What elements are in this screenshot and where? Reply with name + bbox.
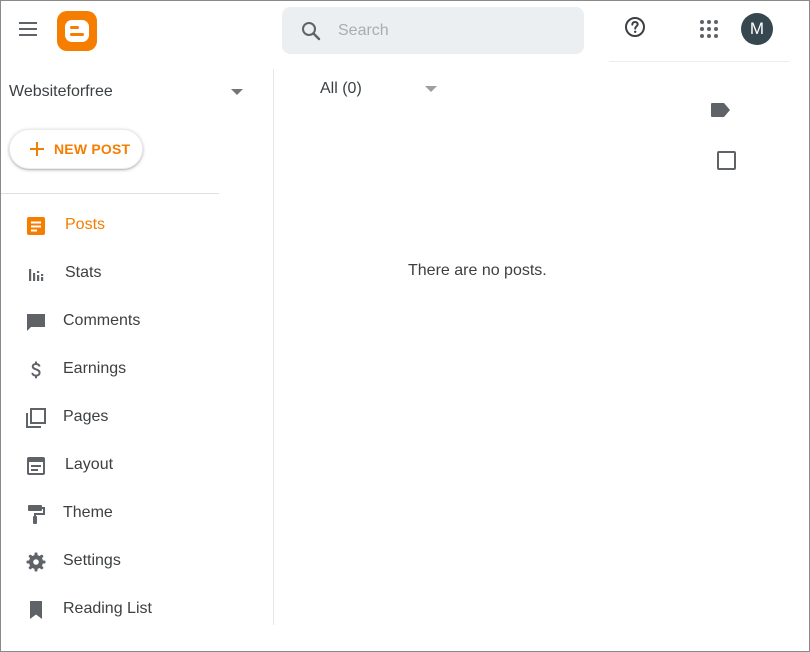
label-tag-icon	[711, 103, 730, 117]
search-bar[interactable]	[282, 7, 584, 54]
chevron-down-icon	[231, 89, 243, 95]
sidebar-item-label: Posts	[65, 216, 106, 233]
paint-roller-icon	[28, 505, 45, 524]
hamburger-menu-button[interactable]	[17, 18, 39, 40]
sidebar-item-comments[interactable]: Comments	[1, 301, 261, 341]
filter-label: All (0)	[320, 80, 362, 97]
blog-name: Websiteforfree	[9, 83, 113, 100]
dollar-icon	[31, 361, 41, 379]
sidebar-item-pages[interactable]: Pages	[1, 397, 261, 437]
empty-state-message: There are no posts.	[408, 262, 547, 279]
sidebar-item-label: Reading List	[63, 600, 152, 617]
sidebar-item-label: Comments	[63, 312, 141, 329]
sidebar-divider	[1, 193, 219, 194]
account-avatar[interactable]: M	[741, 13, 773, 45]
new-post-label: NEW POST	[54, 141, 131, 157]
menu-icon	[19, 22, 37, 36]
help-icon	[625, 17, 645, 37]
posts-filter-dropdown[interactable]: All (0)	[320, 77, 444, 103]
sidebar-item-label: Settings	[63, 552, 121, 569]
sidebar-main-divider	[273, 69, 274, 625]
sidebar-item-layout[interactable]: Layout	[1, 445, 261, 485]
sidebar-item-theme[interactable]: Theme	[1, 493, 261, 533]
chevron-down-icon	[425, 86, 437, 92]
sidebar-item-stats[interactable]: Stats	[1, 253, 261, 293]
pages-icon	[26, 408, 46, 428]
apps-grid-icon	[700, 20, 718, 38]
blogger-logo[interactable]	[57, 11, 97, 51]
select-all-checkbox[interactable]	[717, 151, 736, 170]
sidebar-item-label: Earnings	[63, 360, 127, 377]
sidebar-item-reading-list[interactable]: Reading List	[1, 589, 261, 629]
label-button[interactable]	[710, 101, 732, 119]
blogger-logo-icon	[65, 20, 89, 42]
help-button[interactable]	[623, 15, 647, 39]
posts-icon	[27, 217, 45, 235]
sidebar-item-posts[interactable]: Posts	[1, 205, 261, 245]
search-icon[interactable]	[300, 20, 322, 42]
plus-icon	[30, 142, 44, 156]
sidebar-item-label: Layout	[65, 456, 114, 473]
bookmark-icon	[30, 601, 42, 619]
sidebar-item-earnings[interactable]: Earnings	[1, 349, 261, 389]
new-post-button[interactable]: NEW POST	[9, 129, 143, 169]
sidebar-item-label: Stats	[65, 264, 102, 281]
layout-icon	[27, 457, 45, 475]
stats-icon	[29, 269, 44, 281]
sidebar-item-settings[interactable]: Settings	[1, 541, 261, 581]
gear-icon	[26, 552, 46, 572]
search-input[interactable]	[338, 7, 568, 54]
sidebar-item-label: Theme	[63, 504, 113, 521]
sidebar-item-label: Pages	[63, 408, 109, 425]
blogger-dashboard: M Websiteforfree NEW POST Posts	[0, 0, 810, 652]
apps-grid-button[interactable]	[698, 18, 720, 40]
top-divider	[609, 61, 789, 62]
comments-icon	[27, 314, 45, 331]
blog-selector[interactable]: Websiteforfree	[9, 77, 249, 107]
